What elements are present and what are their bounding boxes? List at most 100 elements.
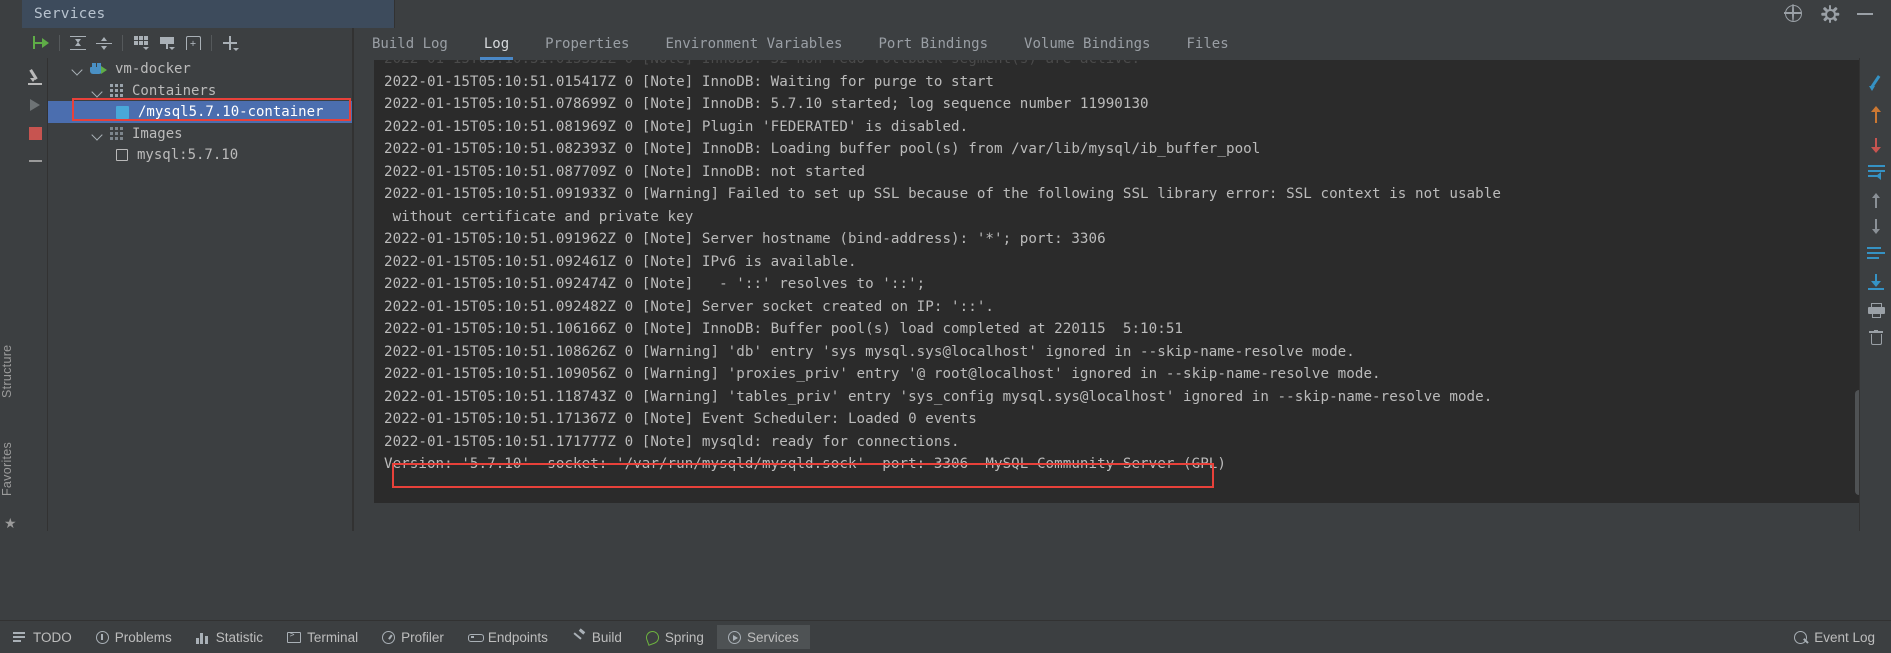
add-icon[interactable] (217, 31, 243, 55)
status-item-spring[interactable]: Spring (635, 625, 715, 649)
sidebar-item-favorites[interactable]: Favorites (0, 426, 22, 512)
next-occurrence-icon[interactable] (1860, 128, 1891, 158)
tree-node-images[interactable]: Images (48, 123, 352, 145)
toolbar-divider-2 (122, 35, 123, 51)
container-detail-panel: Build Log Log Properties Environment Var… (354, 28, 1891, 531)
services-icon (727, 630, 741, 644)
globe-icon[interactable] (1784, 4, 1803, 23)
run-icon[interactable] (22, 91, 48, 119)
log-line: 2022-01-15T05:10:51.118743Z 0 [Warning] … (384, 388, 1493, 405)
status-item-services[interactable]: Services (716, 625, 810, 649)
tree-node-mysql-container[interactable]: /mysql5.7.10-container (48, 101, 352, 123)
status-item-event-log[interactable]: Event Log (1794, 630, 1891, 645)
tree-node-mysql-image[interactable]: mysql:5.7.10 (48, 144, 352, 166)
log-line: 2022-01-15T05:10:51.092461Z 0 [Note] IPv… (384, 253, 857, 270)
log-line-clipped: 2022-01-15T05:10:51.015332Z 0 [Note] Inn… (374, 60, 1864, 71)
log-line-version: Version: '5.7.10' socket: '/var/run/mysq… (384, 456, 1226, 472)
log-line: without certificate and private key (384, 208, 694, 225)
status-bar: TODO Problems Statistic Terminal Profile… (0, 620, 1891, 653)
tree-node-label: Images (132, 126, 183, 142)
log-console[interactable]: 2022-01-15T05:10:51.015332Z 0 [Note] Inn… (374, 60, 1864, 503)
tab-files[interactable]: Files (1168, 28, 1246, 60)
terminal-icon (287, 630, 302, 643)
todo-icon (13, 630, 27, 644)
log-line: 2022-01-15T05:10:51.171367Z 0 [Note] Eve… (384, 411, 977, 427)
services-window-tab[interactable]: Services (22, 0, 394, 28)
image-icon (116, 149, 128, 161)
status-item-problems[interactable]: Problems (85, 625, 183, 649)
log-line: 2022-01-15T05:10:51.108626Z 0 [Warning] … (384, 343, 1355, 360)
window-titlebar: Services (0, 0, 1891, 28)
favorites-star-icon[interactable]: ★ (4, 515, 17, 532)
status-item-label: Profiler (401, 629, 444, 645)
status-item-endpoints[interactable]: Endpoints (457, 625, 559, 649)
build-icon (572, 628, 586, 644)
scroll-down-icon[interactable] (1860, 211, 1891, 241)
status-item-label: Terminal (307, 629, 359, 645)
tree-node-label: mysql:5.7.10 (137, 147, 239, 163)
services-tree[interactable]: vm-docker Containers /mysql5.7.10-contai… (48, 58, 352, 531)
log-line: 2022-01-15T05:10:51.087709Z 0 [Note] Inn… (384, 163, 866, 180)
tab-log[interactable]: Log (466, 28, 527, 60)
edit-configuration-icon[interactable] (22, 63, 48, 91)
status-item-build[interactable]: Build (561, 625, 633, 649)
log-line: 2022-01-15T05:10:51.082393Z 0 [Note] Inn… (384, 141, 1261, 157)
status-item-statistic[interactable]: Statistic (185, 625, 274, 649)
log-line: 2022-01-15T05:10:51.171777Z 0 [Note] mys… (384, 433, 960, 450)
log-line: 2022-01-15T05:10:51.081969Z 0 [Note] Plu… (384, 118, 969, 135)
docker-icon (90, 62, 107, 76)
tree-node-vm-docker[interactable]: vm-docker (48, 58, 352, 80)
status-item-todo[interactable]: TODO (2, 625, 83, 649)
services-action-bar (22, 58, 48, 531)
sidebar-item-structure[interactable]: Structure (0, 328, 22, 414)
print-icon[interactable] (1860, 295, 1891, 325)
edit-source-icon[interactable] (1860, 68, 1891, 98)
remove-icon[interactable] (22, 147, 48, 175)
spring-icon (644, 628, 661, 646)
scroll-to-end-icon[interactable] (1860, 239, 1891, 269)
tree-node-label: /mysql5.7.10-container (138, 104, 324, 120)
status-item-terminal[interactable]: Terminal (276, 625, 369, 649)
status-item-label: Statistic (215, 629, 264, 645)
chevron-down-icon[interactable] (90, 84, 104, 98)
tab-port-bindings[interactable]: Port Bindings (860, 28, 1006, 60)
collapse-all-icon[interactable] (91, 31, 117, 55)
new-tab-icon[interactable]: + (180, 31, 206, 55)
gear-icon[interactable] (1821, 5, 1839, 23)
chevron-down-icon[interactable] (90, 127, 104, 141)
clear-all-icon[interactable] (1860, 323, 1891, 353)
profiler-icon (382, 630, 396, 644)
log-line: 2022-01-15T05:10:51.091933Z 0 [Warning] … (384, 186, 1501, 202)
detail-tabbar: Build Log Log Properties Environment Var… (354, 28, 1891, 60)
log-line: 2022-01-15T05:10:51.015417Z 0 [Note] Inn… (384, 73, 995, 90)
chevron-down-icon[interactable] (70, 62, 84, 76)
left-tool-rail: Structure Favorites ★ (0, 28, 22, 531)
status-item-label: Endpoints (487, 629, 548, 645)
deploy-icon[interactable] (28, 31, 54, 55)
status-item-label: Event Log (1814, 629, 1875, 645)
tab-environment-variables[interactable]: Environment Variables (647, 28, 860, 60)
titlebar-actions (1776, 0, 1891, 28)
tab-build-log[interactable]: Build Log (354, 28, 466, 60)
export-icon[interactable] (1860, 267, 1891, 297)
event-log-icon (1794, 630, 1808, 644)
group-by-icon[interactable] (128, 31, 154, 55)
container-icon (116, 105, 129, 119)
tab-volume-bindings[interactable]: Volume Bindings (1006, 28, 1168, 60)
expand-all-icon[interactable] (65, 31, 91, 55)
log-line: 2022-01-15T05:10:51.106166Z 0 [Note] Inn… (384, 321, 1184, 337)
filter-icon[interactable] (154, 31, 180, 55)
tab-properties[interactable]: Properties (527, 28, 647, 60)
log-line: 2022-01-15T05:10:51.092474Z 0 [Note] - '… (384, 276, 926, 292)
log-line: 2022-01-15T05:10:51.078699Z 0 [Note] Inn… (384, 96, 1149, 112)
stop-icon[interactable] (22, 119, 48, 147)
log-line: 2022-01-15T05:10:51.092482Z 0 [Note] Ser… (384, 298, 995, 315)
status-item-profiler[interactable]: Profiler (371, 625, 455, 649)
console-toolbar (1859, 58, 1891, 531)
soft-wrap-icon[interactable] (1860, 157, 1891, 187)
previous-occurrence-icon[interactable] (1860, 100, 1891, 130)
status-item-label: Build (591, 629, 622, 645)
problems-icon (95, 630, 109, 644)
minimize-icon[interactable] (1857, 5, 1875, 23)
tree-node-containers[interactable]: Containers (48, 80, 352, 102)
